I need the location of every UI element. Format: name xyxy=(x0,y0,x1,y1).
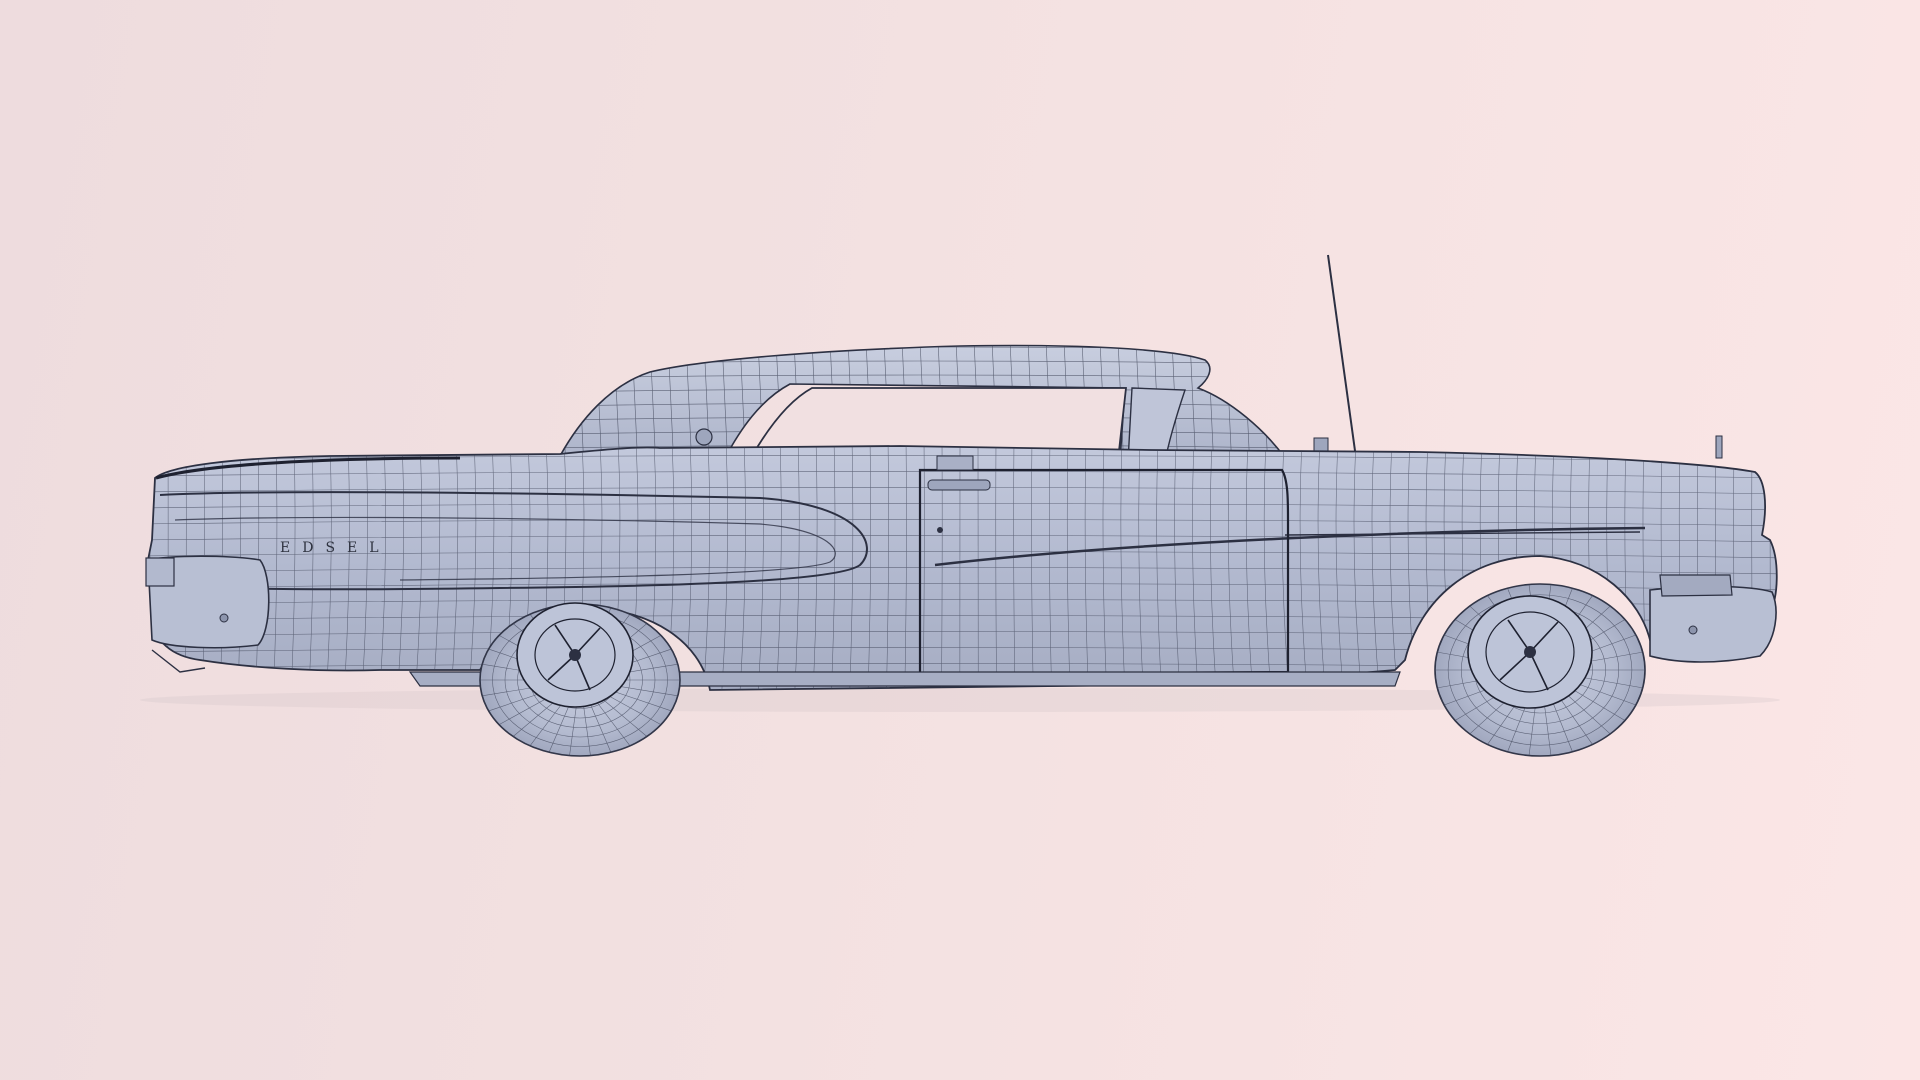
front-wheel xyxy=(1434,583,1646,757)
side-mirror xyxy=(936,455,974,471)
rear-wheel xyxy=(479,602,681,757)
front-grille xyxy=(1659,574,1733,597)
roof-vent-icon xyxy=(695,428,713,446)
front-bumper xyxy=(1649,585,1777,663)
antenna xyxy=(1327,254,1357,459)
door-lock xyxy=(937,527,943,533)
car-wireframe-render: EDSEL xyxy=(140,254,1780,757)
door-handle xyxy=(927,479,991,491)
render-viewport: EDSEL xyxy=(0,0,1920,1080)
edsel-badge: EDSEL xyxy=(280,540,391,556)
front-ornament xyxy=(1715,435,1723,459)
